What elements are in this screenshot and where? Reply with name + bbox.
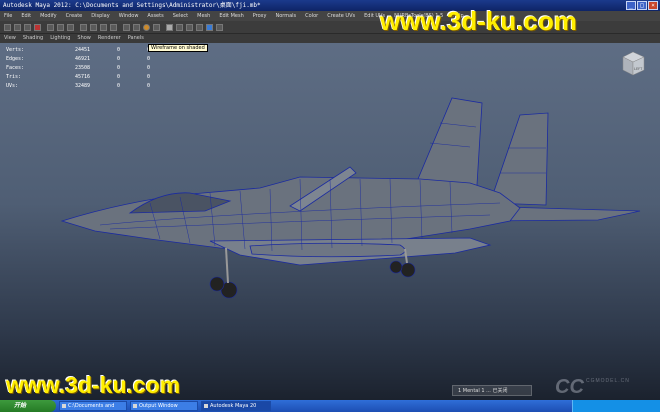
menu-file[interactable]: File xyxy=(4,11,12,21)
snap-plane-icon[interactable] xyxy=(110,24,117,31)
new-scene-icon[interactable] xyxy=(14,24,21,31)
menu-normals[interactable]: Normals xyxy=(275,11,296,21)
tail-fin-rear xyxy=(489,112,549,206)
snap-curve-icon[interactable] xyxy=(90,24,97,31)
hud-uvs-value: 32489 xyxy=(74,83,90,89)
cc-logo-mark: CC xyxy=(555,376,584,398)
hud-label-faces: Faces: xyxy=(6,65,25,71)
nose-gear-strut xyxy=(225,247,229,284)
taskbar-item-maya[interactable]: Autodesk Maya 20 xyxy=(201,401,271,411)
select-hierarchy-icon[interactable] xyxy=(47,24,54,31)
open-scene-icon[interactable] xyxy=(24,24,31,31)
menu-display[interactable]: Display xyxy=(91,11,109,21)
snap-grid-icon[interactable] xyxy=(80,24,87,31)
watermark-top: www.3d-ku.com xyxy=(380,6,577,36)
drop-tank xyxy=(249,242,406,258)
hud-faces-selected: 0 xyxy=(116,65,120,71)
hud-verts-sel-total: 0 xyxy=(120,46,150,55)
menu-create[interactable]: Create xyxy=(66,11,83,21)
xray-icon[interactable] xyxy=(216,24,223,31)
menu-color[interactable]: Color xyxy=(305,11,318,21)
save-scene-icon[interactable] xyxy=(34,24,41,31)
hud-tris-value: 45716 xyxy=(74,74,90,80)
menu-edit-mesh[interactable]: Edit Mesh xyxy=(219,11,243,21)
menu-create-uvs[interactable]: Create UVs xyxy=(327,11,355,21)
window-title: Autodesk Maya 2012: C:\Documents and Set… xyxy=(3,2,261,9)
start-button[interactable]: 开始 xyxy=(0,400,56,412)
hud-tris-selected: 0 xyxy=(116,74,120,80)
viewcube-icon[interactable]: LEFT xyxy=(620,49,646,79)
menu-mesh[interactable]: Mesh xyxy=(197,11,210,21)
menu-select[interactable]: Select xyxy=(173,11,188,21)
hud-row: Edges: 46921 0 0 xyxy=(6,55,150,64)
select-component-icon[interactable] xyxy=(67,24,74,31)
isolate-select-icon[interactable] xyxy=(206,24,213,31)
jet-fighter-model xyxy=(60,97,641,299)
vp-menu-show[interactable]: Show xyxy=(77,34,91,43)
texture-icon[interactable] xyxy=(186,24,193,31)
menu-assets[interactable]: Assets xyxy=(147,11,163,21)
hud-tris-sel-total: 0 xyxy=(146,74,150,80)
maximize-button[interactable]: □ xyxy=(637,1,647,10)
hud-edges-value: 46921 xyxy=(74,56,90,62)
hud-row: Verts: 24451 00 xyxy=(6,46,150,55)
hud-verts-value: 24451 xyxy=(74,47,90,53)
taskbar-item-explorer[interactable]: C:\Documents and xyxy=(59,401,127,411)
mode-icon[interactable] xyxy=(4,24,11,31)
menu-edit[interactable]: Edit xyxy=(21,11,31,21)
system-tray xyxy=(572,400,660,412)
menu-proxy[interactable]: Proxy xyxy=(253,11,267,21)
minimize-button[interactable]: _ xyxy=(626,1,636,10)
hud-label-uvs: UVs: xyxy=(6,83,19,89)
hud-row: UVs: 32489 0 0 xyxy=(6,82,150,91)
vp-menu-view[interactable]: View xyxy=(4,34,16,43)
select-object-icon[interactable] xyxy=(57,24,64,31)
render-settings-icon[interactable] xyxy=(153,24,160,31)
menu-modify[interactable]: Modify xyxy=(40,11,57,21)
poly-count-hud: Verts:2445100 Edges:4692100 Faces:235080… xyxy=(6,46,150,91)
tooltip: Wireframe on shaded xyxy=(148,44,208,52)
snap-point-icon[interactable] xyxy=(100,24,107,31)
render-notice: 1 Mental 1 ... 已关闭 xyxy=(452,385,532,396)
history-icon[interactable] xyxy=(123,24,130,31)
hud-label-edges: Edges: xyxy=(6,56,25,62)
taskbar-item-output-window[interactable]: Output Window xyxy=(130,401,198,411)
main-wheel-right xyxy=(400,262,416,278)
hud-edges-selected: 0 xyxy=(116,56,120,62)
windows-taskbar: 开始 C:\Documents and Output Window Autode… xyxy=(0,400,660,412)
vp-menu-panels[interactable]: Panels xyxy=(128,34,144,43)
vp-menu-shading[interactable]: Shading xyxy=(23,34,43,43)
hud-uvs-sel-total: 0 xyxy=(146,83,150,89)
wireframe-on-shaded-icon[interactable] xyxy=(166,24,173,31)
hud-faces-sel-total: 0 xyxy=(146,65,150,71)
main-wheel-left xyxy=(389,260,403,274)
menu-window[interactable]: Window xyxy=(119,11,139,21)
nose-wheel-2 xyxy=(209,276,225,292)
viewcube[interactable]: LEFT xyxy=(620,49,646,79)
perspective-viewport[interactable] xyxy=(0,43,660,400)
window-controls: _ □ × xyxy=(626,1,658,10)
vp-menu-lighting[interactable]: Lighting xyxy=(50,34,70,43)
hud-uvs-selected: 0 xyxy=(116,83,120,89)
ipr-render-icon[interactable] xyxy=(143,24,150,31)
hud-verts-selected: 0 xyxy=(116,47,120,53)
hud-label-tris: Tris: xyxy=(6,74,22,80)
cc-logo-text: CGMODEL.CN xyxy=(586,378,630,384)
hud-label-verts: Verts: xyxy=(6,47,25,53)
smooth-shade-icon[interactable] xyxy=(176,24,183,31)
lighting-icon[interactable] xyxy=(196,24,203,31)
hud-faces-value: 23508 xyxy=(74,65,90,71)
hud-edges-sel-total: 0 xyxy=(146,56,150,62)
hud-row: Faces: 23508 0 0 xyxy=(6,64,150,73)
render-icon[interactable] xyxy=(133,24,140,31)
hud-row: Tris: 45716 0 0 xyxy=(6,73,150,82)
vp-menu-renderer[interactable]: Renderer xyxy=(98,34,121,43)
viewcube-face-label: LEFT xyxy=(634,67,643,71)
close-button[interactable]: × xyxy=(648,1,658,10)
maya-screenshot: Autodesk Maya 2012: C:\Documents and Set… xyxy=(0,0,660,412)
watermark-bottom: www.3d-ku.com xyxy=(6,372,181,398)
